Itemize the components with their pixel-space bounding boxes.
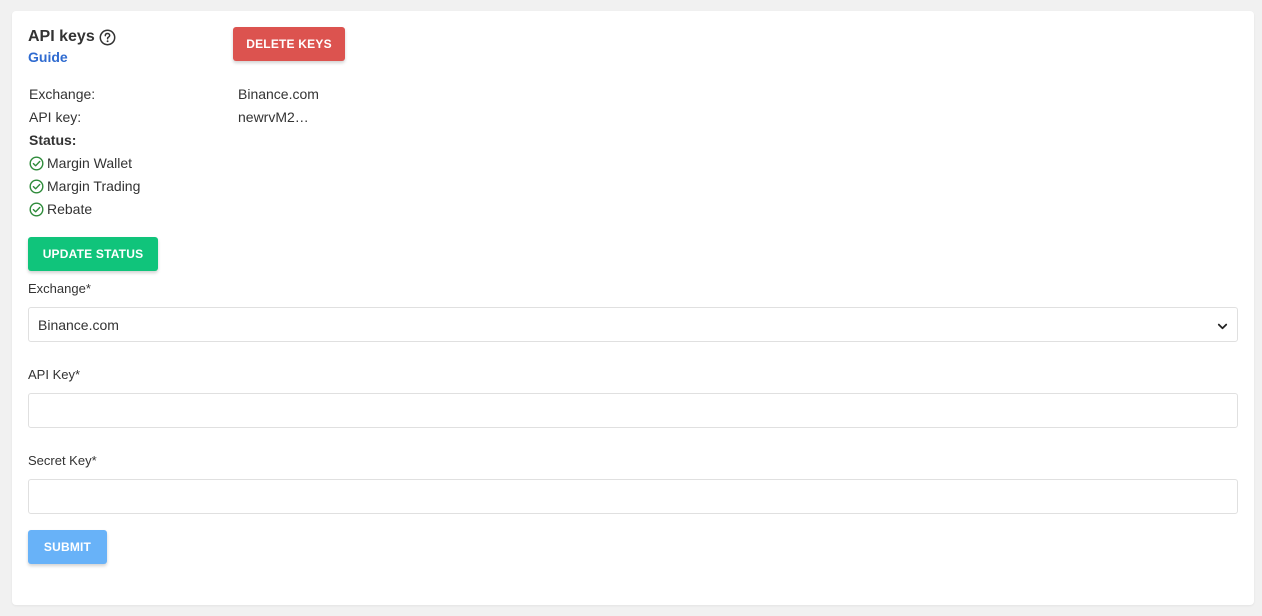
guide-link[interactable]: Guide [28,49,68,65]
check-circle-icon [29,155,44,171]
status-item-label: Margin Trading [47,178,141,194]
api-keys-card: API keys Guide DELETE KEYS Exchange: Bin… [12,11,1254,605]
exchange-select-value: Binance.com [38,316,119,333]
api-key-info-label: API key: [29,109,82,125]
status-label: Status: [29,132,77,148]
exchange-info-value: Binance.com [238,86,319,102]
delete-keys-button[interactable]: DELETE KEYS [233,27,345,61]
check-circle-icon [29,201,44,217]
api-key-info-value: newrvM2… [238,109,309,125]
submit-button[interactable]: SUBMIT [28,530,107,564]
question-circle-icon[interactable] [99,29,116,46]
status-item-label: Rebate [47,201,93,217]
chevron-down-icon [1217,319,1228,330]
secret-key-input[interactable] [28,479,1238,514]
check-circle-icon [29,178,44,194]
api-key-input[interactable] [28,393,1238,428]
exchange-field-label: Exchange* [28,281,91,296]
exchange-info-label: Exchange: [29,86,96,102]
status-item-rebate: Rebate [29,201,92,217]
page-title: API keys [28,28,95,45]
card-header: API keys [28,27,116,47]
status-item-margin-trading: Margin Trading [29,178,140,194]
update-status-button[interactable]: UPDATE STATUS [28,237,158,271]
status-item-margin-wallet: Margin Wallet [29,155,132,171]
secret-key-field-label: Secret Key* [28,453,97,468]
status-item-label: Margin Wallet [47,155,133,171]
exchange-select[interactable]: Binance.com [28,307,1238,342]
api-key-field-label: API Key* [28,367,81,382]
